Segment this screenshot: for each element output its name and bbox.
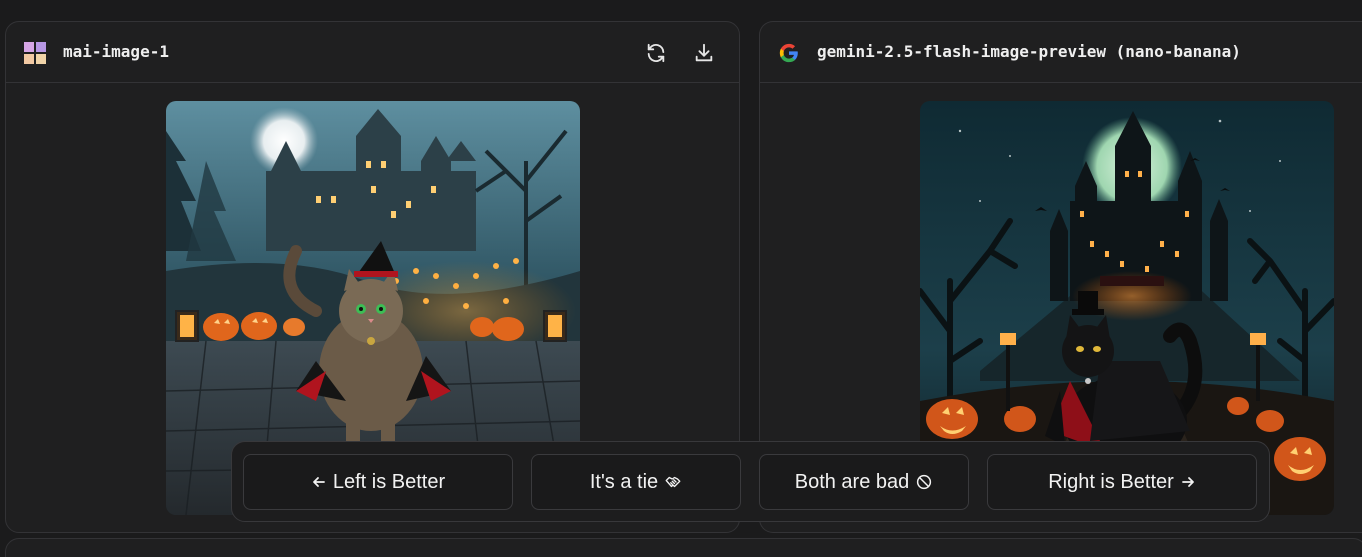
arrow-right-icon <box>1180 474 1196 490</box>
tie-button[interactable]: It's a tie <box>531 454 741 510</box>
prohibited-icon <box>915 473 933 491</box>
google-logo-icon <box>778 42 800 64</box>
next-row-panel <box>5 538 1362 557</box>
right-is-better-button[interactable]: Right is Better <box>987 454 1257 510</box>
handshake-icon <box>664 473 682 491</box>
arrow-left-icon <box>311 474 327 490</box>
right-is-better-label: Right is Better <box>1048 470 1174 493</box>
tie-label: It's a tie <box>589 470 659 493</box>
microsoft-logo-icon <box>24 42 46 64</box>
both-are-bad-button[interactable]: Both are bad <box>759 454 969 510</box>
refresh-icon[interactable] <box>643 40 669 66</box>
download-icon[interactable] <box>691 40 717 66</box>
left-is-better-button[interactable]: Left is Better <box>243 454 513 510</box>
arena-comparison: mai-image-1 gemini-2.5-flash-image-previ… <box>0 0 1362 557</box>
left-panel-header: mai-image-1 <box>6 22 739 83</box>
right-model-name: gemini-2.5-flash-image-preview (nano-ban… <box>817 42 1241 61</box>
both-are-bad-label: Both are bad <box>794 470 910 493</box>
left-is-better-label: Left is Better <box>332 470 446 493</box>
vote-bar: Left is Better It's a tie Both are bad R… <box>231 441 1270 522</box>
left-model-name: mai-image-1 <box>63 42 169 61</box>
right-panel-header: gemini-2.5-flash-image-preview (nano-ban… <box>760 22 1362 83</box>
